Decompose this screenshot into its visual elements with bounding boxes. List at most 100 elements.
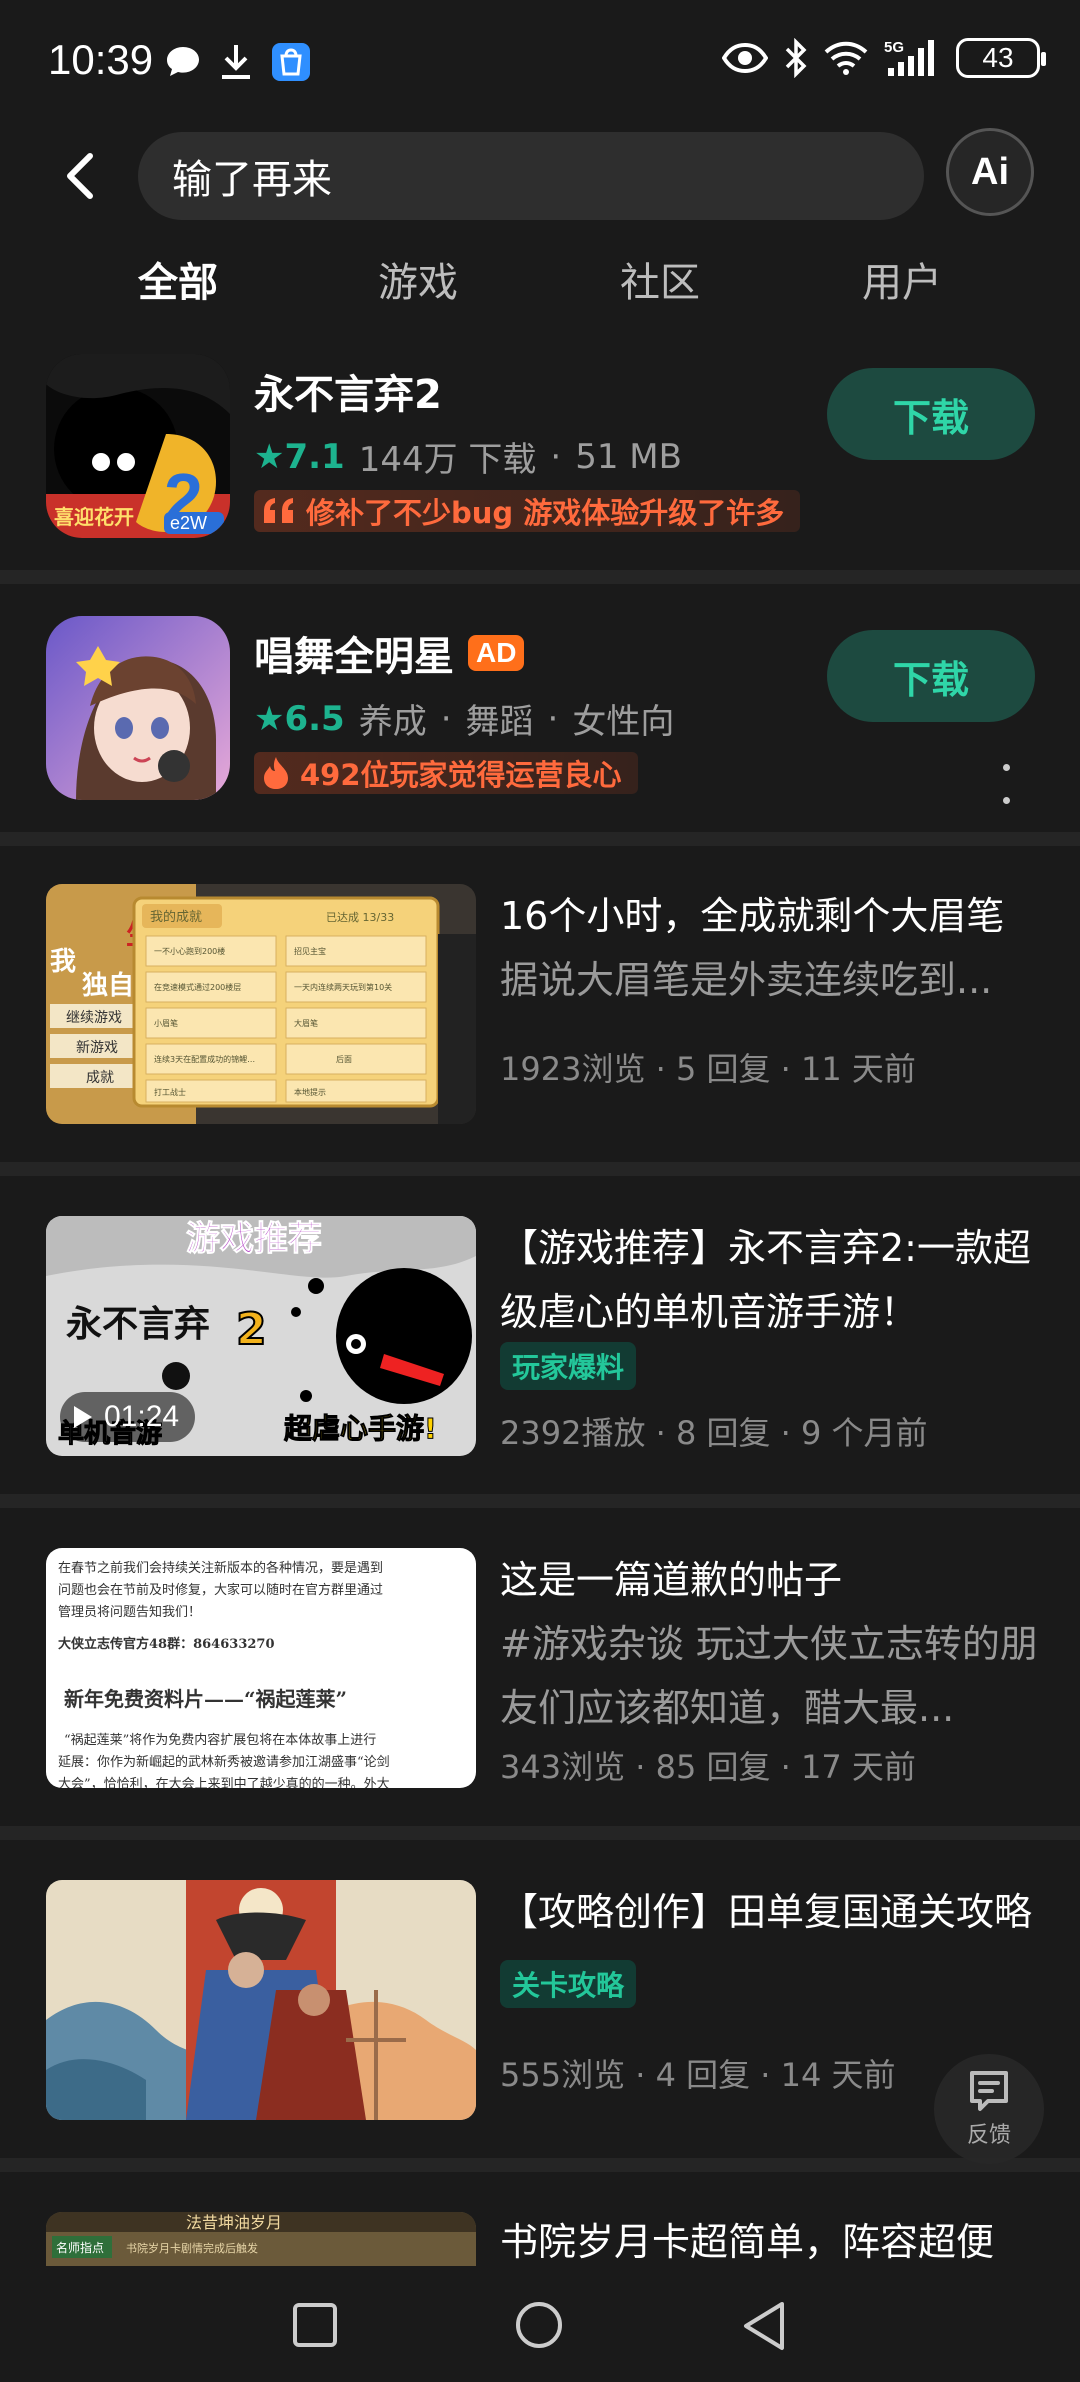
post-item[interactable]: 游戏推荐 永不言弃 2 单机音游 超虐心手游! 01:24 【游戏推荐】永不言弃… xyxy=(0,1216,1080,1456)
chat-bubble-icon xyxy=(167,47,199,76)
post-stats: 555浏览 · 4 回复 · 14 天前 xyxy=(500,2056,896,2094)
post-thumbnail: 在春节之前我们会持续关注新版本的各种情况，要是遇到 问题也会在节前及时修复，大家… xyxy=(46,1548,476,1788)
game-title: 永不言弃2 xyxy=(254,362,442,420)
dot-separator: · xyxy=(440,698,452,739)
svg-text:永不言弃: 永不言弃 xyxy=(66,1304,210,1345)
bluetooth-icon xyxy=(785,38,807,78)
flame-icon xyxy=(264,757,288,789)
divider xyxy=(0,1494,1080,1508)
status-bar: 10:39 5G 43 xyxy=(0,0,1080,120)
svg-text:喜迎花开: 喜迎花开 xyxy=(54,505,134,529)
wifi-icon xyxy=(824,41,868,75)
game-meta: ★7.1 144万 下载 · 51 MB xyxy=(254,432,682,481)
rating: ★6.5 xyxy=(254,698,345,739)
file-size: 51 MB xyxy=(575,436,682,477)
post-title: 16个小时，全成就剩个大眉笔 xyxy=(500,894,1005,938)
svg-text:延展：你作为新崛起的武林新秀被邀请参加江湖盛事“论剑: 延展：你作为新崛起的武林新秀被邀请参加江湖盛事“论剑 xyxy=(58,1754,390,1770)
divider xyxy=(0,1162,1080,1176)
genre-tag: 女性向 xyxy=(572,702,675,742)
post-category-tag[interactable]: 玩家爆料 xyxy=(500,1342,637,1390)
download-count: 144万 下载 xyxy=(358,440,537,480)
ad-badge: AD xyxy=(468,635,525,671)
download-button[interactable]: 下载 xyxy=(827,630,1035,722)
search-input[interactable]: 输了再来 xyxy=(138,132,924,220)
svg-text:一天内连续两天玩到第10关: 一天内连续两天玩到第10关 xyxy=(294,982,392,992)
tab-games[interactable]: 游戏 xyxy=(378,250,458,308)
ai-assistant-button[interactable]: Ai xyxy=(946,128,1034,216)
post-stats: 2392播放 · 8 回复 · 9 个月前 xyxy=(500,1414,928,1452)
svg-text:我的成就: 我的成就 xyxy=(150,909,202,925)
video-duration-badge: 01:24 xyxy=(60,1392,196,1442)
genre-tag: 舞蹈 xyxy=(465,702,534,742)
post-excerpt: #游戏杂谈 玩过大侠立志转的朋友们应该都知道，醋大最... xyxy=(500,1622,1038,1730)
game-highlight-text: 492位玩家觉得运营良心 xyxy=(300,758,622,792)
search-query-text: 输了再来 xyxy=(172,157,332,203)
video-duration: 01:24 xyxy=(104,1400,180,1433)
post-item[interactable]: 我 生 独自 继续游戏 新游戏 成就 我的成就 已达成 13/33 一不小心跑到… xyxy=(0,884,1080,1124)
game-title-text: 永不言弃2 xyxy=(254,372,442,418)
game-result-card[interactable]: 唱舞全明星 AD ★6.5 养成 · 舞蹈 · 女性向 492位玩家觉得运营良心… xyxy=(0,616,1080,806)
svg-text:小眉笔: 小眉笔 xyxy=(154,1018,178,1028)
post-title: 书院岁月卡超简单，阵容超便 xyxy=(500,2220,995,2264)
game-result-card[interactable]: 2 喜迎花开 e2W 永不言弃2 ★7.1 144万 下载 · 51 MB 修补… xyxy=(0,354,1080,544)
svg-text:成就: 成就 xyxy=(86,1070,114,1086)
result-tabs: 全部 游戏 社区 用户 xyxy=(0,250,1080,320)
more-options-icon[interactable] xyxy=(996,764,1016,804)
post-thumbnail: 法昔坤油岁月 名师指点 书院岁月卡剧情完成后触发 xyxy=(46,2212,476,2266)
notification-icons xyxy=(165,42,311,82)
svg-text:管理员将问题告知我们！: 管理员将问题告知我们！ xyxy=(58,1604,201,1620)
svg-text:2: 2 xyxy=(236,1304,267,1355)
home-icon[interactable] xyxy=(514,2300,564,2350)
divider xyxy=(0,2158,1080,2172)
svg-text:连续3天在配置成功的锦鲤…: 连续3天在配置成功的锦鲤… xyxy=(154,1054,255,1064)
game-icon: 2 喜迎花开 e2W xyxy=(46,354,230,538)
feedback-button[interactable]: 反馈 xyxy=(934,2054,1044,2164)
svg-text:e2W: e2W xyxy=(170,513,207,533)
game-highlight-tag: 修补了不少bug 游戏体验升级了许多 xyxy=(254,490,801,532)
game-title: 唱舞全明星 AD xyxy=(254,624,525,682)
tab-users[interactable]: 用户 xyxy=(862,250,942,308)
post-category-tag[interactable]: 关卡攻略 xyxy=(500,1960,637,2008)
post-stats: 343浏览 · 85 回复 · 17 天前 xyxy=(500,1748,916,1786)
svg-text:5G: 5G xyxy=(884,39,904,56)
svg-text:在春节之前我们会持续关注新版本的各种情况，要是遇到: 在春节之前我们会持续关注新版本的各种情况，要是遇到 xyxy=(58,1560,383,1576)
game-highlight-tag: 492位玩家觉得运营良心 xyxy=(254,752,638,794)
battery-indicator: 43 xyxy=(956,38,1046,78)
svg-text:我: 我 xyxy=(50,947,76,977)
rating: ★7.1 xyxy=(254,436,345,477)
svg-text:名师指点: 名师指点 xyxy=(56,2240,104,2255)
divider xyxy=(0,1826,1080,1840)
svg-text:超虐心手游!: 超虐心手游! xyxy=(284,1412,437,1445)
tab-community[interactable]: 社区 xyxy=(620,250,700,308)
svg-text:书院岁月卡剧情完成后触发: 书院岁月卡剧情完成后触发 xyxy=(126,2241,258,2255)
svg-text:在竞速模式通过200楼层: 在竞速模式通过200楼层 xyxy=(154,982,241,992)
cellular-signal-icon: 5G xyxy=(884,39,934,76)
post-title: 【攻略创作】田单复国通关攻略 xyxy=(500,1890,1033,1934)
dot-separator: · xyxy=(550,436,562,477)
svg-text:后面: 后面 xyxy=(336,1054,352,1064)
post-item[interactable]: 【攻略创作】田单复国通关攻略 关卡攻略 555浏览 · 4 回复 · 14 天前 xyxy=(0,1880,1080,2120)
svg-text:新年免费资料片——“祸起莲莱”: 新年免费资料片——“祸起莲莱” xyxy=(64,1687,347,1711)
post-title: 这是一篇道歉的帖子 xyxy=(500,1558,843,1602)
post-item[interactable]: 法昔坤油岁月 名师指点 书院岁月卡剧情完成后触发 书院岁月卡超简单，阵容超便 xyxy=(0,2212,1080,2266)
tab-all[interactable]: 全部 xyxy=(138,250,218,308)
download-button[interactable]: 下载 xyxy=(827,368,1035,460)
svg-text:法昔坤油岁月: 法昔坤油岁月 xyxy=(186,2213,282,2232)
game-icon xyxy=(46,616,230,800)
post-item[interactable]: 在春节之前我们会持续关注新版本的各种情况，要是遇到 问题也会在节前及时修复，大家… xyxy=(0,1548,1080,1788)
feedback-icon xyxy=(970,2071,1008,2111)
recent-apps-icon[interactable] xyxy=(292,2302,338,2348)
svg-text:独自: 独自 xyxy=(82,970,134,1001)
svg-text:大侠立志传官方48群：864633270: 大侠立志传官方48群：864633270 xyxy=(58,1636,275,1652)
svg-text:已达成 13/33: 已达成 13/33 xyxy=(326,911,394,924)
search-bar-row: 输了再来 Ai xyxy=(0,128,1080,224)
system-navigation-bar xyxy=(0,2266,1080,2382)
divider xyxy=(0,832,1080,846)
dot-separator: · xyxy=(547,698,559,739)
svg-text:大会”，恰恰利，在大会上来到中了越少真的的一种。外大: 大会”，恰恰利，在大会上来到中了越少真的的一种。外大 xyxy=(58,1776,390,1788)
back-nav-icon[interactable] xyxy=(740,2300,788,2352)
quote-icon xyxy=(264,498,293,523)
svg-text:问题也会在节前及时修复，大家可以随时在官方群里通过: 问题也会在节前及时修复，大家可以随时在官方群里通过 xyxy=(58,1582,383,1598)
post-title: 【游戏推荐】永不言弃2:一款超级虐心的单机音游手游！ xyxy=(500,1226,1031,1334)
back-button[interactable] xyxy=(52,146,112,206)
